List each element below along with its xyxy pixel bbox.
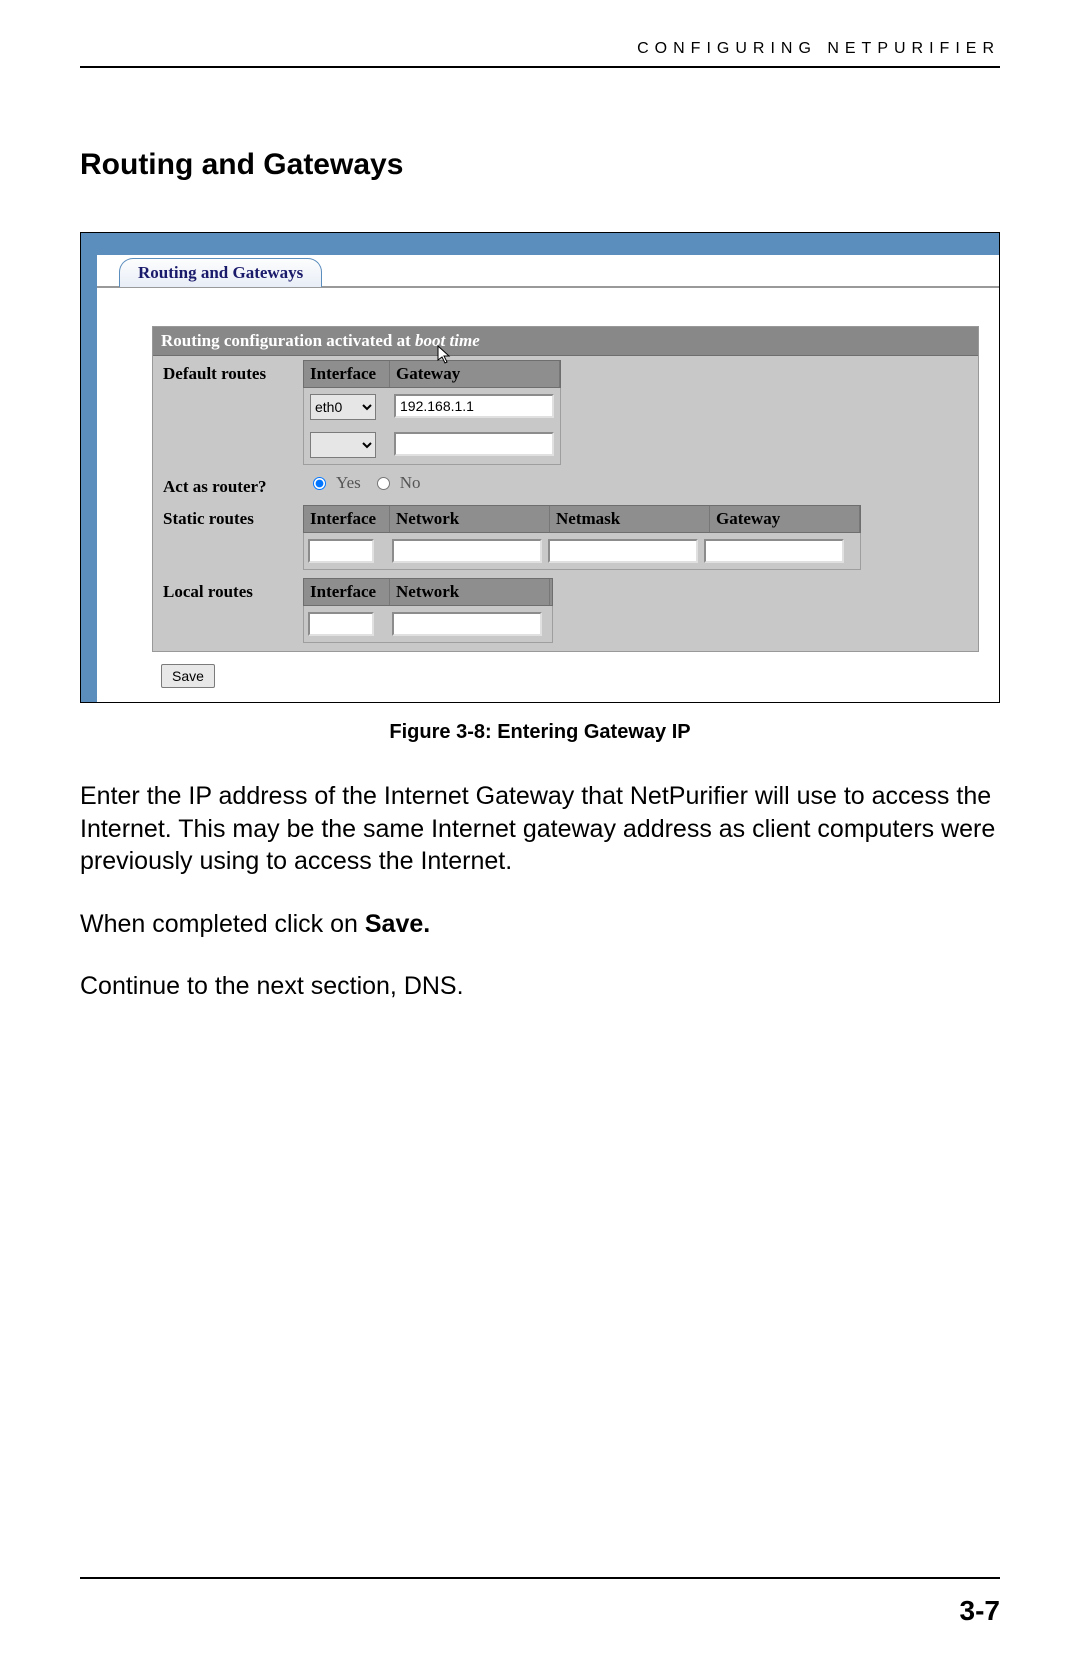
router-no-radio[interactable] [377,477,390,490]
col-network: Network [390,506,550,532]
screenshot-figure: Routing and Gateways Routing configurati… [80,232,1000,703]
static-route-netmask-input[interactable] [548,539,698,563]
default-routes-label: Default routes [163,360,303,384]
default-route-interface-select[interactable]: eth0 [310,394,376,420]
static-route-network-input[interactable] [392,539,542,563]
router-yes-label: Yes [336,473,361,493]
default-route-gateway-input-2[interactable] [394,432,554,456]
p2-prefix: When completed click on [80,910,365,938]
default-route-interface-select-2[interactable] [310,432,376,458]
local-route-network-input[interactable] [392,612,542,636]
act-as-router-label: Act as router? [163,473,303,497]
tab-routing-gateways[interactable]: Routing and Gateways [119,258,322,287]
router-no-label: No [400,473,421,493]
footer-rule [80,1577,1000,1579]
col-interface-3: Interface [304,579,390,605]
save-button[interactable]: Save [161,664,215,688]
col-gateway-2: Gateway [710,506,860,532]
config-header-em: boot time [415,331,480,350]
p2-bold: Save. [365,910,430,938]
body-paragraph-1: Enter the IP address of the Internet Gat… [80,780,1000,878]
static-route-gateway-input[interactable] [704,539,844,563]
static-routes-label: Static routes [163,505,303,529]
page-header-chapter: CONFIGURING NETPURIFIER [80,40,1000,58]
page-number: 3-7 [960,1595,1000,1627]
static-route-interface-input[interactable] [308,539,374,563]
body-paragraph-3: Continue to the next section, DNS. [80,970,1000,1003]
body-paragraph-2: When completed click on Save. [80,908,1000,941]
section-title: Routing and Gateways [80,148,1000,182]
col-gateway: Gateway [390,361,560,387]
col-network-2: Network [390,579,550,605]
local-routes-label: Local routes [163,578,303,602]
col-interface: Interface [304,361,390,387]
default-route-gateway-input[interactable] [394,394,554,418]
router-yes-radio[interactable] [313,477,326,490]
col-netmask: Netmask [550,506,710,532]
local-route-interface-input[interactable] [308,612,374,636]
config-header-prefix: Routing configuration activated at [161,331,415,350]
config-header: Routing configuration activated at boot … [153,327,978,356]
col-interface-2: Interface [304,506,390,532]
header-rule [80,66,1000,68]
figure-caption: Figure 3-8: Entering Gateway IP [80,721,1000,744]
